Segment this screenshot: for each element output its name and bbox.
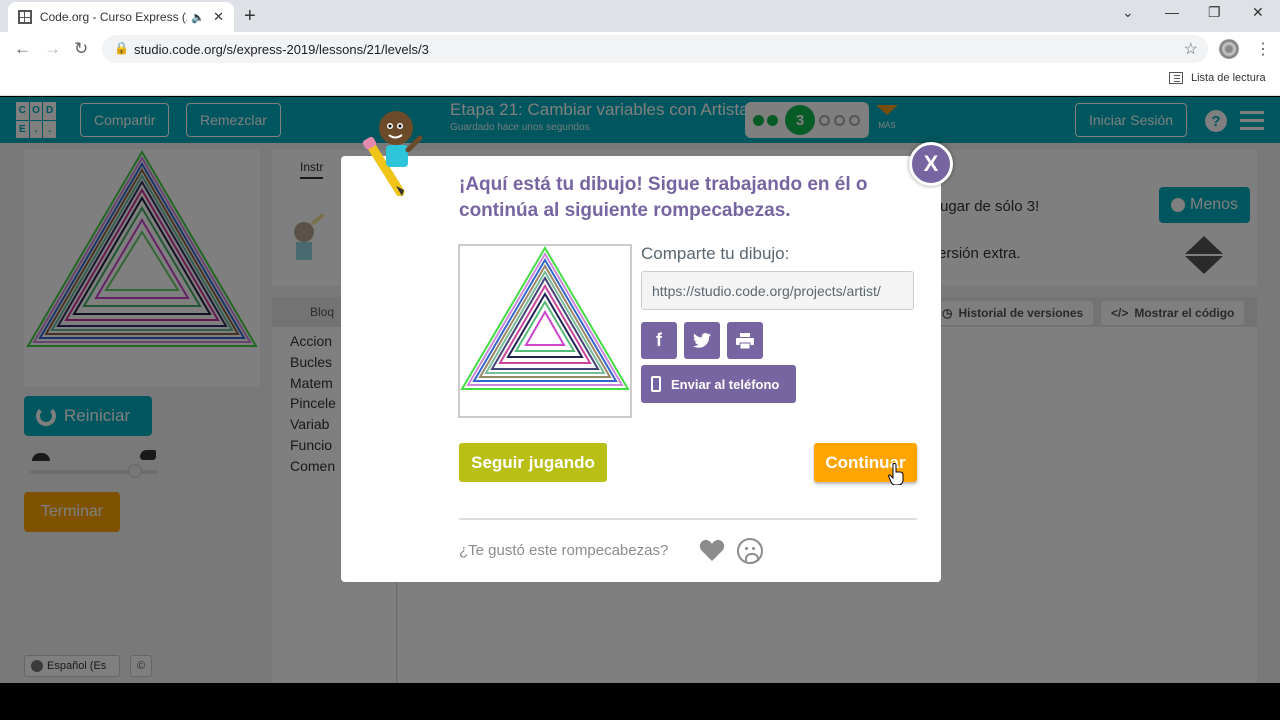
send-to-phone-label: Enviar al teléfono <box>671 376 780 392</box>
tab-search-chevron-icon[interactable]: ⌄ <box>1122 4 1134 21</box>
browser-tab[interactable]: Code.org - Curso Express (2019) 🔈 ✕ <box>8 2 234 32</box>
kebab-icon[interactable]: ⋮ <box>1255 39 1271 59</box>
address-bar[interactable]: 🔒 studio.code.org/s/express-2019/lessons… <box>102 35 1208 63</box>
window-close-icon[interactable]: ✕ <box>1252 4 1264 21</box>
sad-face-icon[interactable] <box>737 538 763 564</box>
reload-icon[interactable]: ↻ <box>74 39 88 59</box>
bottom-black-bar <box>0 683 1280 720</box>
feedback-prompt: ¿Te gustó este rompecabezas? <box>459 542 669 559</box>
star-icon[interactable]: ☆ <box>1184 39 1198 59</box>
dialog-title: ¡Aquí está tu dibujo! Sigue trabajando e… <box>459 174 868 221</box>
minimize-icon[interactable]: — <box>1165 4 1179 20</box>
browser-toolbar: ← → ↻ 🔒 studio.code.org/s/express-2019/l… <box>0 32 1280 66</box>
bookmarks-bar: Lista de lectura <box>0 66 1280 96</box>
forward-icon[interactable]: → <box>44 39 61 59</box>
reading-list-icon <box>1169 72 1183 84</box>
dialog-close-button[interactable]: X <box>909 142 953 186</box>
twitter-share-button[interactable] <box>684 322 720 359</box>
hand-cursor-icon <box>888 463 904 485</box>
heart-icon[interactable] <box>699 538 725 562</box>
new-tab-plus-icon[interactable]: + <box>244 5 256 28</box>
tab-close-icon[interactable]: ✕ <box>213 9 224 25</box>
drawing-thumbnail-svg <box>460 246 630 390</box>
facebook-icon: f <box>656 330 662 350</box>
browser-tabstrip: Code.org - Curso Express (2019) 🔈 ✕ + ⌄ … <box>0 0 1280 32</box>
speaker-icon[interactable]: 🔈 <box>191 11 205 24</box>
tab-title: Code.org - Curso Express (2019) <box>39 10 188 24</box>
drawing-thumbnail <box>458 244 632 418</box>
reading-list-label: Lista de lectura <box>1191 72 1266 84</box>
share-url-field[interactable]: https://studio.code.org/projects/artist/ <box>641 271 914 310</box>
send-to-phone-button[interactable]: Enviar al teléfono <box>641 365 796 403</box>
print-button[interactable] <box>727 322 763 359</box>
profile-icon[interactable] <box>1219 39 1239 59</box>
artist-character <box>362 111 423 196</box>
restore-icon[interactable]: ❐ <box>1208 4 1221 21</box>
keep-playing-button[interactable]: Seguir jugando <box>459 443 607 482</box>
lock-icon: 🔒 <box>114 41 129 55</box>
facebook-share-button[interactable]: f <box>641 322 677 359</box>
reading-list-button[interactable]: Lista de lectura <box>1169 72 1266 84</box>
share-label: Comparte tu dibujo: <box>641 244 790 263</box>
grid-favicon-icon <box>18 10 32 24</box>
printer-icon <box>736 332 754 349</box>
twitter-icon <box>693 333 711 348</box>
dialog-divider <box>459 518 917 520</box>
url-text: studio.code.org/s/express-2019/lessons/2… <box>134 42 429 57</box>
back-icon[interactable]: ← <box>14 39 31 59</box>
phone-icon <box>651 376 661 392</box>
